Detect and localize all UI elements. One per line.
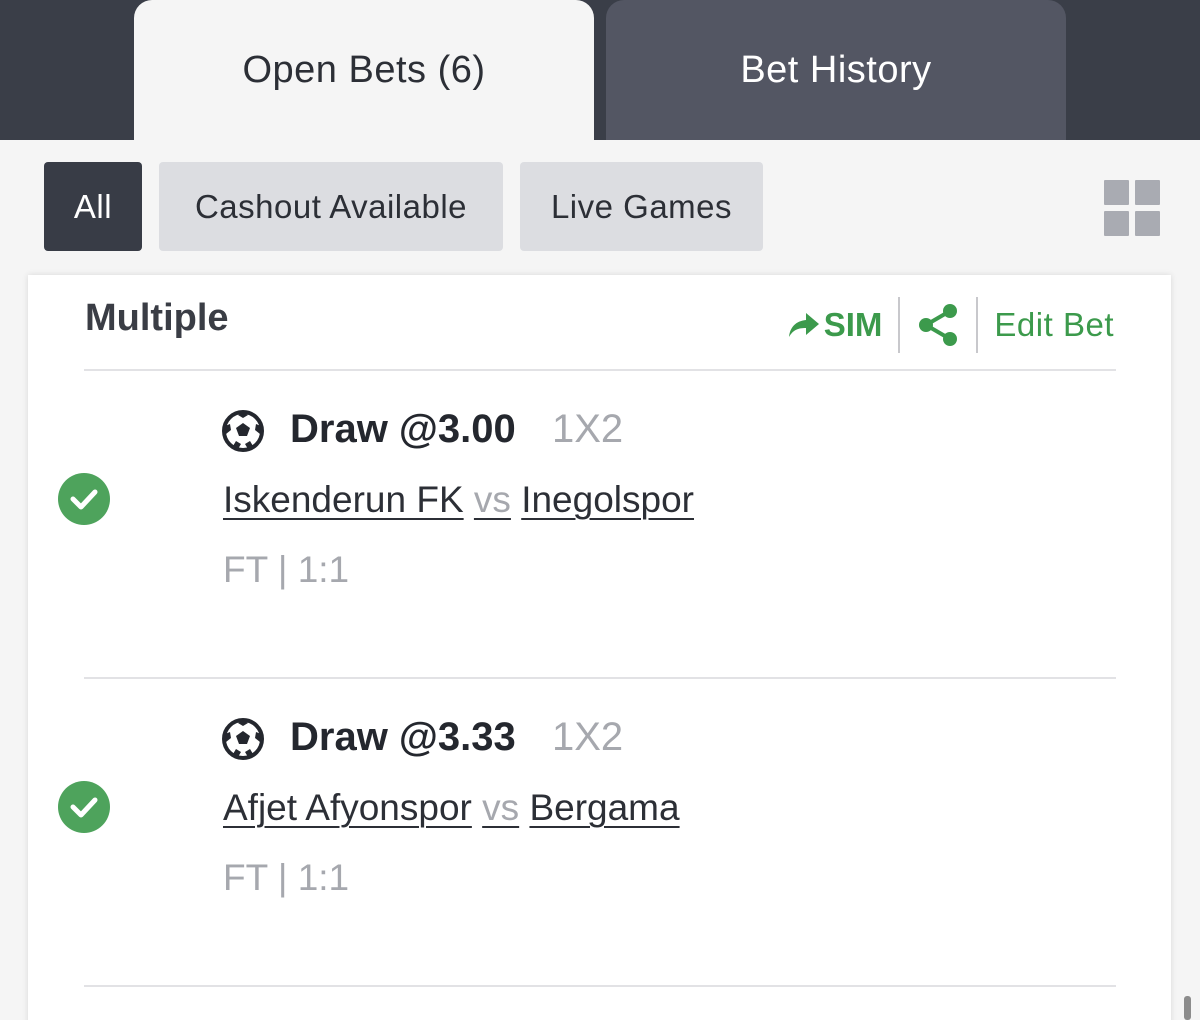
tab-bar: Open Bets (6) Bet History [0,0,1200,140]
filter-row: All Cashout Available Live Games [0,140,1200,275]
won-check-icon [58,473,110,525]
bet-type-title: Multiple [85,297,229,339]
filter-live-games-button[interactable]: Live Games [520,162,763,251]
tab-bet-history[interactable]: Bet History [606,0,1066,140]
pick-label: Draw @3.33 [290,715,516,759]
match-teams: Afjet Afyonspor vs Bergama [223,787,680,829]
bet-leg: Draw @3.00 1X2 Iskenderun FK vs Inegolsp… [28,371,1171,671]
filter-cashout-button[interactable]: Cashout Available [159,162,503,251]
vs-label: vs [482,787,520,828]
bet-leg: Draw @3.33 1X2 Afjet Afyonspor vs Bergam… [28,679,1171,979]
pick-label: Draw @3.00 [290,407,516,451]
home-team-link[interactable]: Afjet Afyonspor [223,787,472,828]
vs-label: vs [473,479,511,520]
action-divider [976,297,979,353]
divider [84,985,1116,987]
tab-open-bets[interactable]: Open Bets (6) [134,0,594,140]
bet-actions: SIM Edit Bet [788,289,1114,361]
share-arrow-icon [788,313,819,337]
soccer-ball-icon [222,718,264,760]
filter-all-button[interactable]: All [44,162,142,251]
grid-view-icon[interactable] [1104,180,1160,236]
away-team-link[interactable]: Bergama [529,787,679,828]
sim-button[interactable]: SIM [788,306,883,344]
scrollbar-thumb[interactable] [1184,996,1191,1020]
action-divider [898,297,901,353]
market-label: 1X2 [552,407,624,451]
edit-bet-link[interactable]: Edit Bet [994,306,1114,344]
sim-label: SIM [823,306,883,343]
share-icon[interactable] [916,303,960,347]
match-result: FT | 1:1 [223,549,350,590]
match-teams: Iskenderun FK vs Inegolspor [223,479,694,521]
match-result: FT | 1:1 [223,857,350,898]
open-bets-screen: Open Bets (6) Bet History All Cashout Av… [0,0,1200,1020]
away-team-link[interactable]: Inegolspor [521,479,694,520]
soccer-ball-icon [222,410,264,452]
bet-card: Multiple SIM Edit Bet Draw @3.00 1X2 Isk… [28,275,1171,1020]
market-label: 1X2 [552,715,624,759]
home-team-link[interactable]: Iskenderun FK [223,479,464,520]
won-check-icon [58,781,110,833]
